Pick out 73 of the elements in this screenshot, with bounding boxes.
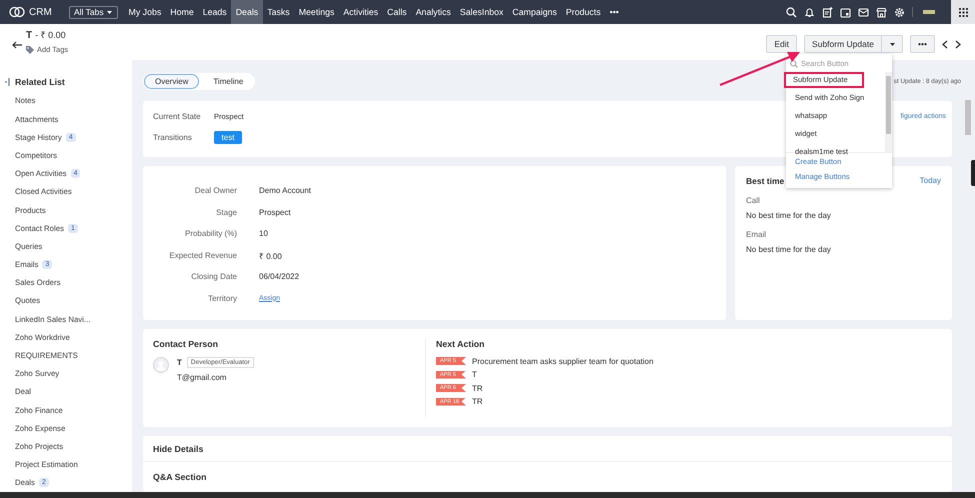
section-title: Q&A Section — [153, 472, 206, 482]
channel-label: Email — [746, 230, 768, 240]
previous-icon[interactable] — [942, 40, 948, 48]
back-arrow-icon[interactable] — [12, 41, 22, 49]
edit-button[interactable]: Edit — [766, 35, 797, 53]
field-value: 10 — [259, 229, 268, 238]
field-label: Stage — [215, 208, 237, 217]
field-label: Current State — [153, 112, 202, 120]
dropdown-toggle[interactable] — [882, 35, 903, 53]
caret-icon — [890, 42, 894, 46]
search-icon[interactable] — [786, 6, 797, 18]
more-button[interactable]: ••• — [910, 35, 935, 53]
avatar-icon — [153, 357, 169, 374]
all-tabs-button[interactable]: All Tabs — [69, 6, 118, 18]
nav-tab[interactable]: Analytics — [411, 0, 456, 24]
search-icon — [790, 60, 798, 68]
bell-icon[interactable] — [804, 6, 815, 18]
mail-icon[interactable] — [858, 6, 869, 18]
card-title: Next Action — [436, 339, 486, 350]
field-value: Prospect — [259, 208, 291, 217]
field-label: Probability (%) — [184, 229, 237, 238]
sidebar-title: Related List — [15, 76, 65, 87]
scrollbar-thumb[interactable] — [965, 100, 971, 135]
nav-tab[interactable]: Products — [561, 0, 606, 24]
more-tabs-button[interactable]: ••• — [605, 0, 624, 24]
store-icon[interactable] — [876, 6, 887, 18]
tag-icon — [26, 46, 34, 54]
view-tab[interactable]: Overview — [144, 74, 200, 89]
grid-icon — [958, 8, 968, 16]
action-text[interactable]: TR — [472, 397, 483, 406]
nav-tab[interactable]: Meetings — [294, 0, 339, 24]
card-title: Contact Person — [153, 339, 220, 350]
collapse-icon[interactable] — [5, 78, 10, 86]
hide-details-link[interactable]: Hide Details — [153, 444, 204, 454]
nav-tab[interactable]: Tasks — [262, 0, 294, 24]
field-label: Deal Owner — [194, 186, 237, 196]
nav-tab[interactable]: SalesInbox — [455, 0, 508, 24]
contact-email[interactable]: T@gmail.com — [177, 373, 254, 382]
add-note-icon[interactable] — [822, 6, 833, 18]
nav-tab[interactable]: Deals — [231, 0, 263, 24]
field-value: Demo Account — [259, 186, 312, 196]
field-label: Expected Revenue — [168, 250, 237, 260]
best-time-text: No best time for the day — [746, 245, 832, 254]
card-title: Best time — [746, 176, 784, 186]
channel-label: Call — [746, 196, 761, 206]
nav-tab[interactable]: My Jobs — [124, 0, 166, 24]
nav-tab[interactable]: Leads — [198, 0, 232, 24]
nav-tab[interactable]: Home — [166, 0, 198, 24]
next-icon[interactable] — [955, 40, 961, 48]
field-label: Transitions — [153, 132, 193, 142]
today-link[interactable]: Today — [920, 176, 941, 186]
logo-icon — [9, 6, 25, 18]
subform-update-button[interactable]: Subform Update — [804, 35, 882, 53]
nav-tab[interactable]: Campaigns — [508, 0, 562, 24]
field-label: Closing Date — [190, 272, 237, 282]
app-name: CRM — [29, 6, 52, 18]
action-text[interactable]: Procurement team asks supplier team for quotation — [472, 356, 654, 366]
record-amount: - ₹ 0.00 — [35, 29, 66, 41]
best-time-text: No best time for the day — [746, 211, 832, 220]
contact-name[interactable]: T — [177, 358, 182, 368]
caret-icon — [106, 10, 112, 14]
action-text[interactable]: TR — [472, 384, 483, 393]
field-value: 06/04/2022 — [259, 272, 300, 282]
scrollbar-thumb[interactable] — [886, 76, 891, 134]
field-label: Territory — [207, 294, 237, 303]
field-value: ₹ 0.00 — [259, 250, 282, 261]
action-text[interactable]: T — [472, 370, 477, 380]
nav-tab[interactable]: Activities — [338, 0, 383, 24]
view-tab[interactable]: Timeline — [202, 74, 254, 89]
nav-tab[interactable]: Calls — [382, 0, 412, 24]
apps-button[interactable] — [951, 0, 975, 24]
settings-icon[interactable] — [894, 6, 905, 18]
record-name: T — [26, 30, 32, 41]
